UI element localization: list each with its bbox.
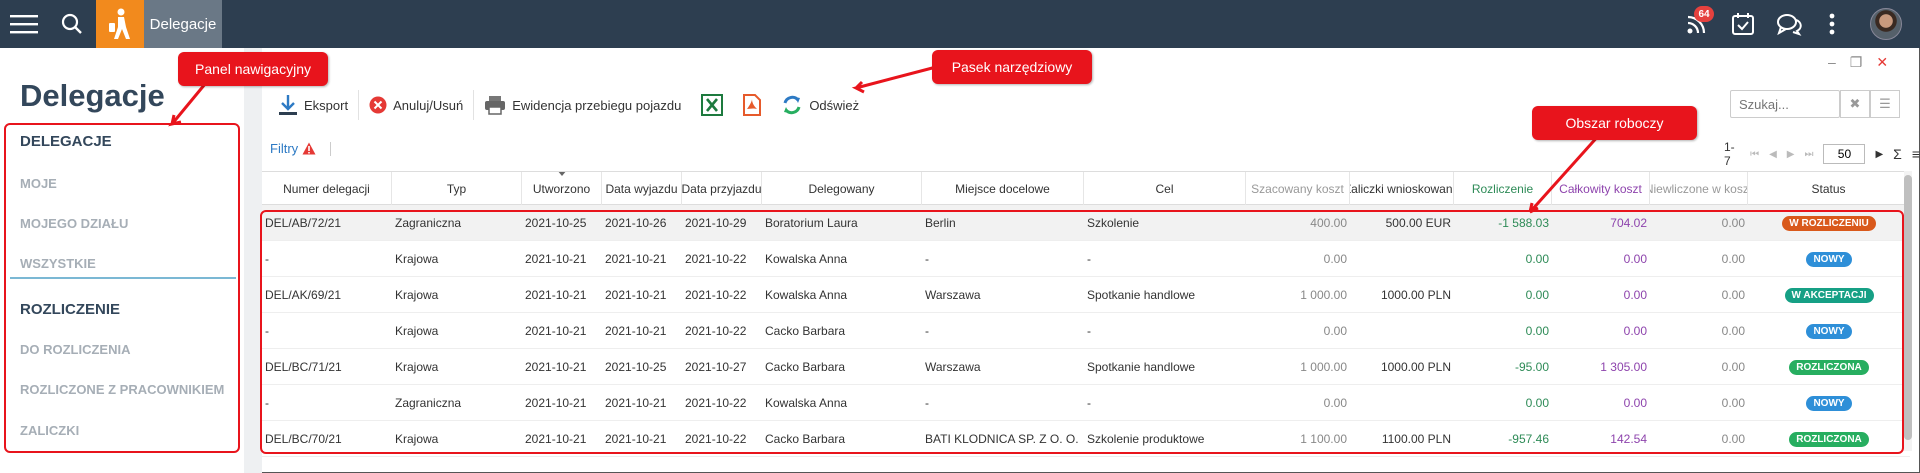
scrollbar-thumb[interactable]	[1904, 175, 1912, 440]
annotation-nav-panel: Panel nawigacyjny	[178, 52, 328, 86]
column-header[interactable]: Delegowany	[762, 172, 922, 206]
excel-export-button[interactable]	[691, 88, 733, 122]
clear-search-icon[interactable]: ✖	[1840, 90, 1870, 118]
refresh-button[interactable]: Odśwież	[771, 88, 869, 122]
column-header[interactable]: Typ	[392, 172, 522, 206]
minimize-icon[interactable]: –	[1828, 54, 1836, 72]
warning-icon	[302, 142, 316, 155]
column-header[interactable]: Rozliczenie	[1454, 172, 1552, 206]
restore-icon[interactable]: ❐	[1850, 54, 1863, 72]
column-header[interactable]: Data wyjazdu	[602, 172, 682, 206]
refresh-label: Odśwież	[809, 97, 860, 113]
column-header[interactable]: Szacowany koszt	[1246, 172, 1350, 206]
search-icon[interactable]	[58, 0, 86, 48]
printer-icon	[485, 96, 506, 115]
toolbar: Eksport Anuluj/Usuń Ewidencja przebiegu …	[268, 88, 869, 122]
export-button[interactable]: Eksport	[268, 88, 358, 122]
column-header[interactable]: Data przyjazdu	[682, 172, 762, 206]
column-header[interactable]: Cel	[1084, 172, 1246, 206]
column-header[interactable]: Numer delegacji	[262, 172, 392, 206]
more-vertical-icon[interactable]	[1822, 0, 1842, 48]
chat-icon[interactable]	[1774, 0, 1804, 48]
column-header[interactable]: Zaliczki wnioskowane	[1350, 172, 1454, 206]
refresh-icon	[783, 95, 801, 115]
window-controls: – ❐ ✕	[1828, 54, 1888, 72]
notification-badge: 64	[1694, 6, 1714, 22]
sum-icon[interactable]: Σ	[1893, 146, 1902, 162]
workspace-highlight	[260, 210, 1904, 454]
next-page-icon[interactable]: ▶	[1787, 149, 1795, 160]
close-icon[interactable]: ✕	[1876, 54, 1888, 72]
cancel-delete-button[interactable]: Anuluj/Usuń	[359, 88, 473, 122]
annotation-workspace: Obszar roboczy	[1532, 106, 1697, 140]
grid-menu-icon[interactable]: ≡	[1912, 146, 1920, 162]
last-page-icon[interactable]: ⏭	[1804, 149, 1813, 160]
nav-panel-highlight	[4, 123, 240, 453]
search-input[interactable]	[1730, 90, 1840, 118]
pdf-export-button[interactable]	[733, 88, 771, 122]
pager-range: 1-7	[1724, 140, 1735, 168]
filters-separator	[330, 141, 332, 156]
export-label: Eksport	[304, 97, 349, 113]
grid-header: Numer delegacji Typ Utworzono Data wyjazdu D…	[262, 171, 1910, 206]
page-size-go-icon[interactable]: ▶	[1875, 149, 1883, 160]
mileage-log-button[interactable]: Ewidencja przebiegu pojazdu	[474, 88, 691, 122]
pager: 1-7 ⏮ ◀ ▶ ⏭ ▶ Σ ≡	[1724, 140, 1920, 168]
column-header[interactable]: Utworzono	[522, 172, 602, 206]
top-bar: Delegacje 64	[0, 0, 1920, 48]
user-avatar[interactable]	[1870, 8, 1902, 40]
column-header[interactable]: Miejsce docelowe	[922, 172, 1084, 206]
app-title[interactable]: Delegacje	[144, 0, 222, 48]
cancel-delete-label: Anuluj/Usuń	[393, 97, 464, 113]
sort-desc-icon	[556, 172, 567, 176]
first-page-icon[interactable]: ⏮	[1750, 149, 1759, 160]
annotation-toolbar: Pasek narzędziowy	[932, 50, 1092, 84]
filters-link[interactable]: Filtry	[270, 141, 298, 156]
column-header[interactable]: Status	[1748, 172, 1910, 206]
page-title: Delegacje	[20, 78, 165, 113]
travel-app-logo-icon[interactable]	[96, 0, 144, 48]
prev-page-icon[interactable]: ◀	[1769, 149, 1777, 160]
download-icon	[279, 95, 297, 115]
cancel-circle-icon	[369, 96, 387, 114]
filters-bar: Filtry	[270, 141, 332, 156]
page-size-input[interactable]	[1823, 144, 1866, 164]
pdf-icon	[743, 94, 762, 116]
column-header[interactable]: Całkowity koszt	[1552, 172, 1650, 206]
menu-icon[interactable]	[8, 0, 40, 48]
column-header[interactable]: Niewliczone w koszt	[1650, 172, 1748, 206]
calendar-check-icon[interactable]	[1728, 0, 1758, 48]
column-menu-icon[interactable]: ☰	[1870, 90, 1900, 118]
excel-icon	[701, 94, 724, 116]
mileage-log-label: Ewidencja przebiegu pojazdu	[512, 97, 682, 113]
